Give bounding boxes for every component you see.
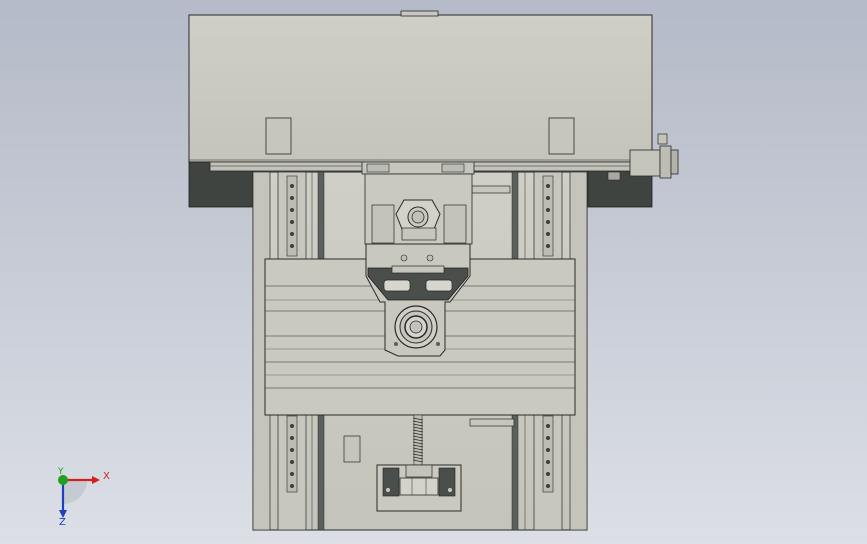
spindle-motor[interactable]	[395, 199, 441, 241]
ball-screw	[412, 414, 424, 466]
rail-bolt	[546, 484, 550, 488]
housing-window-right	[548, 117, 575, 155]
rail-bolt	[546, 220, 550, 224]
rail-bolt	[290, 472, 294, 476]
rail-bolt	[290, 460, 294, 464]
cad-viewport[interactable]: X Y Z	[0, 0, 867, 544]
rail-bolt	[290, 196, 294, 200]
coordinate-triad: X Y Z	[57, 467, 110, 528]
top-cover-tab	[400, 10, 439, 17]
rail-bolt	[290, 424, 294, 428]
housing-window-left	[265, 117, 292, 155]
rail-bolt	[290, 184, 294, 188]
z-axis-label: Z	[59, 517, 66, 528]
rail-bolt	[546, 208, 550, 212]
rail-bolt	[290, 484, 294, 488]
rail-bolt	[546, 424, 550, 428]
top-housing[interactable]	[188, 10, 653, 163]
x-axis-label: X	[103, 471, 110, 482]
y-axis-label: Y	[57, 467, 64, 477]
rail-bolt	[546, 460, 550, 464]
rail-bolt	[546, 196, 550, 200]
bearing-block[interactable]	[376, 464, 462, 512]
rail-bolt	[290, 448, 294, 452]
rail-bolt	[290, 244, 294, 248]
rail-bolt	[546, 448, 550, 452]
rail-bolt	[546, 232, 550, 236]
rail-bolt	[546, 184, 550, 188]
rail-bolt	[546, 436, 550, 440]
rail-bolt	[546, 472, 550, 476]
cad-drawing: X Y Z	[57, 10, 679, 531]
rail-bolt	[290, 232, 294, 236]
rail-bolt	[290, 436, 294, 440]
rail-bolt	[290, 220, 294, 224]
rail-bolt	[290, 208, 294, 212]
rail-bolt	[546, 244, 550, 248]
